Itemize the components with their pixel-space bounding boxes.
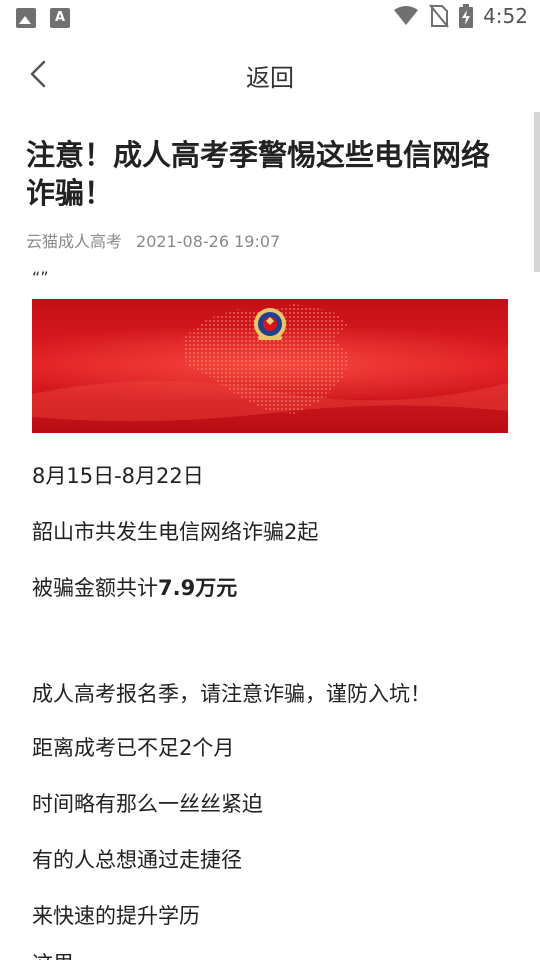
police-emblem-icon bbox=[254, 308, 286, 340]
scrollbar[interactable] bbox=[534, 112, 540, 272]
article-title-line-1: 注意！成人高考季警惕这些电信网络 bbox=[26, 138, 491, 172]
paragraph-5: 距离成考已不足2个月 bbox=[32, 736, 235, 760]
screen: A 4:52 返回 注意！成人高考季警惕这些电信网络 诈骗！ 云猫成人高考 20… bbox=[0, 0, 540, 960]
status-time: 4:52 bbox=[483, 4, 528, 28]
status-right: 4:52 bbox=[393, 4, 528, 28]
gallery-icon bbox=[16, 8, 36, 28]
paragraph-9: 这里 bbox=[32, 948, 74, 960]
paragraph-6: 时间略有那么一丝丝紧迫 bbox=[32, 792, 263, 816]
nav-bar: 返回 bbox=[0, 36, 540, 112]
battery-charging-icon bbox=[459, 4, 474, 28]
article-title: 注意！成人高考季警惕这些电信网络 诈骗！ bbox=[26, 136, 516, 212]
font-a-icon: A bbox=[50, 8, 70, 28]
paragraph-3-bold-amount: 7.9万元 bbox=[158, 576, 238, 600]
article-meta: 云猫成人高考 2021-08-26 19:07 bbox=[26, 228, 280, 252]
paragraph-2: 韶山市共发生电信网络诈骗2起 bbox=[32, 520, 319, 544]
police-banner-image bbox=[32, 299, 508, 433]
article-title-line-2: 诈骗！ bbox=[26, 176, 114, 210]
paragraph-1: 8月15日-8月22日 bbox=[32, 464, 204, 488]
article-datetime: 2021-08-26 19:07 bbox=[136, 232, 281, 251]
wifi-icon bbox=[394, 6, 419, 25]
paragraph-4: 成人高考报名季，请注意诈骗，谨防入坑！ bbox=[32, 682, 431, 706]
nav-title[interactable]: 返回 bbox=[0, 58, 540, 93]
paragraph-7: 有的人总想通过走捷径 bbox=[32, 848, 242, 872]
no-sim-icon bbox=[429, 4, 449, 28]
quote-mark: “” bbox=[32, 268, 49, 287]
paragraph-8: 来快速的提升学历 bbox=[32, 904, 200, 928]
status-bar: A 4:52 bbox=[0, 0, 540, 36]
paragraph-3: 被骗金额共计7.9万元 bbox=[32, 572, 237, 602]
paragraph-3-text: 被骗金额共计 bbox=[32, 576, 158, 600]
status-left: A bbox=[16, 8, 70, 28]
article-source: 云猫成人高考 bbox=[26, 232, 123, 251]
